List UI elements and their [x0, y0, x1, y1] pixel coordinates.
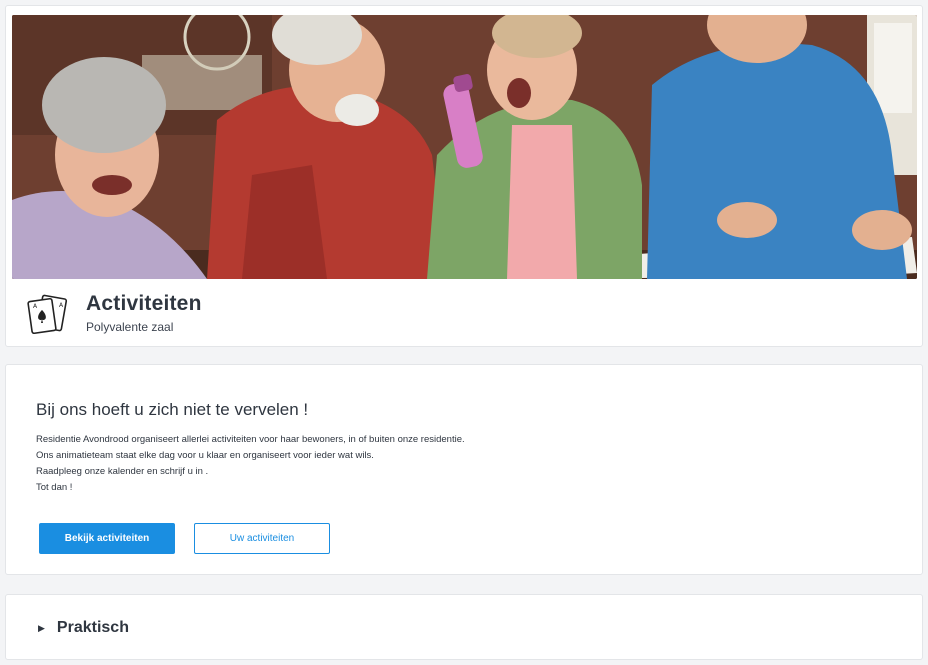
page-title: Activiteiten: [86, 292, 202, 315]
caret-right-icon: ▶: [38, 622, 45, 633]
playing-cards-icon: A A: [26, 294, 70, 335]
bingo-photo-illustration: [12, 15, 917, 279]
page-subtitle: Polyvalente zaal: [86, 320, 174, 334]
intro-text: Residentie Avondrood organiseert allerle…: [36, 432, 465, 496]
hero-image: [12, 15, 917, 279]
intro-line: Tot dan !: [36, 482, 73, 493]
intro-heading: Bij ons hoeft u zich niet te vervelen !: [36, 400, 309, 419]
activity-title-row: A A Activiteiten Polyvalente zaal: [26, 292, 626, 340]
view-activities-button[interactable]: Bekijk activiteiten: [39, 523, 175, 554]
intro-line: Ons animatieteam staat elke dag voor u k…: [36, 450, 374, 461]
activity-header-card: A A Activiteiten Polyvalente zaal: [5, 5, 923, 347]
intro-line: Residentie Avondrood organiseert allerle…: [36, 434, 465, 445]
my-activities-button[interactable]: Uw activiteiten: [194, 523, 330, 554]
intro-card: Bij ons hoeft u zich niet te vervelen ! …: [5, 364, 923, 575]
intro-line: Raadpleeg onze kalender en schrijf u in …: [36, 466, 209, 477]
praktisch-card: ▶ Praktisch: [5, 594, 923, 660]
praktisch-label: Praktisch: [56, 619, 129, 636]
praktisch-toggle[interactable]: ▶ Praktisch: [38, 617, 129, 639]
